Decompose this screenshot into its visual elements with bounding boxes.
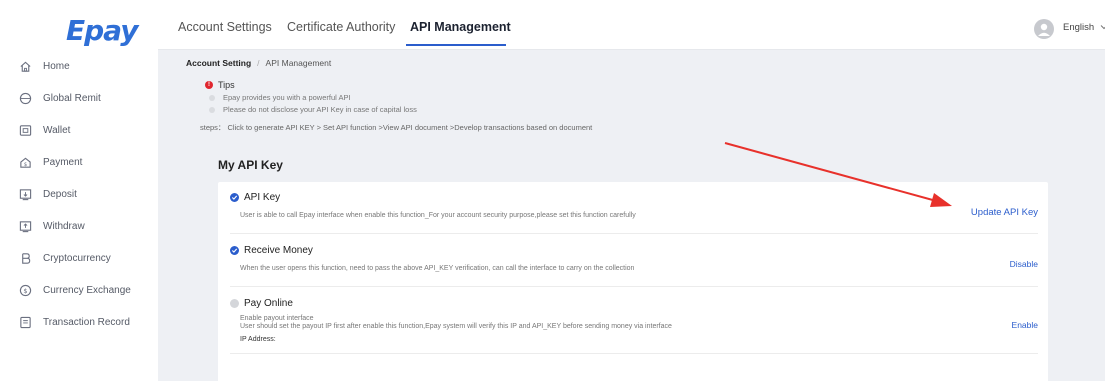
row-description: Enable payout interface (240, 315, 314, 322)
sidebar-item-label: Payment (43, 156, 83, 168)
chevron-down-icon (1100, 25, 1105, 30)
tips-panel: ! Tips Epay provides you with a powerful… (205, 80, 417, 114)
check-circle-icon[interactable] (230, 246, 239, 255)
tab-account-settings[interactable]: Account Settings (178, 20, 272, 34)
row-title-text: API Key (244, 192, 281, 203)
sidebar-item-deposit[interactable]: Deposit (0, 182, 158, 206)
exchange-icon: $ (18, 283, 32, 297)
row-title-text: Receive Money (244, 245, 313, 256)
breadcrumb-current: API Management (265, 58, 332, 68)
sidebar-item-label: Currency Exchange (43, 284, 131, 296)
receive-money-row: Receive Money When the user opens this f… (230, 245, 1038, 287)
tips-title: ! Tips (205, 80, 417, 90)
sidebar-item-wallet[interactable]: Wallet (0, 118, 158, 142)
disable-button[interactable]: Disable (1010, 259, 1038, 269)
bitcoin-icon (18, 251, 32, 265)
globe-icon (18, 91, 32, 105)
row-description: User is able to call Epay interface when… (240, 212, 636, 219)
language-label: English (1063, 22, 1095, 33)
sidebar-item-label: Wallet (43, 124, 71, 136)
tip-item: Please do not disclose your API Key in c… (209, 105, 417, 114)
sidebar-item-home[interactable]: Home (0, 54, 158, 78)
sidebar-item-label: Transaction Record (43, 316, 130, 328)
sidebar-item-label: Deposit (43, 188, 77, 200)
sidebar-item-payment[interactable]: $ Payment (0, 150, 158, 174)
sidebar-item-label: Withdraw (43, 220, 85, 232)
tip-item: Epay provides you with a powerful API (209, 93, 417, 102)
sidebar-item-label: Global Remit (43, 92, 101, 104)
wallet-icon (18, 123, 32, 137)
sidebar-item-withdraw[interactable]: Withdraw (0, 214, 158, 238)
sidebar-item-label: Cryptocurrency (43, 252, 111, 264)
row-title: Pay Online (230, 298, 293, 309)
row-title-text: Pay Online (244, 298, 293, 309)
svg-text:$: $ (23, 286, 27, 294)
sidebar-item-cryptocurrency[interactable]: Cryptocurrency (0, 246, 158, 270)
svg-text:$: $ (23, 162, 26, 168)
tip-text: Epay provides you with a powerful API (223, 93, 351, 102)
enable-button[interactable]: Enable (1012, 320, 1038, 330)
home-icon (18, 59, 32, 73)
bullet-icon (209, 94, 215, 101)
row-description: When the user opens this function, need … (240, 265, 635, 272)
api-key-row: API Key User is able to call Epay interf… (230, 192, 1038, 234)
epay-logo[interactable]: Epay (66, 14, 138, 47)
bullet-icon (209, 106, 215, 113)
breadcrumb-separator: / (257, 58, 260, 68)
pay-online-row: Pay Online Enable payout interface User … (230, 298, 1038, 354)
withdraw-icon (18, 219, 32, 233)
row-title: Receive Money (230, 245, 313, 256)
sidebar-item-currency-exchange[interactable]: $ Currency Exchange (0, 278, 158, 302)
row-description: User should set the payout IP first afte… (240, 323, 672, 330)
tab-certificate-authority[interactable]: Certificate Authority (287, 20, 395, 34)
tip-text: Please do not disclose your API Key in c… (223, 105, 417, 114)
active-tab-indicator (406, 44, 506, 46)
record-icon (18, 315, 32, 329)
sidebar: Epay Home Global Remit Wallet $ Payment … (0, 0, 158, 381)
deposit-icon (18, 187, 32, 201)
row-title: API Key (230, 192, 280, 203)
ip-address-label: IP Address: (240, 336, 276, 343)
alert-icon: ! (205, 81, 213, 89)
user-icon (1038, 23, 1050, 36)
top-navigation: Account Settings Certificate Authority A… (158, 0, 1105, 50)
steps-text: steps： Click to generate API KEY > Set A… (200, 123, 593, 132)
payment-icon: $ (18, 155, 32, 169)
check-circle-icon[interactable] (230, 193, 239, 202)
avatar[interactable] (1034, 19, 1054, 39)
check-circle-icon[interactable] (230, 299, 239, 308)
section-title: My API Key (218, 158, 283, 172)
sidebar-item-label: Home (43, 60, 70, 72)
sidebar-item-global-remit[interactable]: Global Remit (0, 86, 158, 110)
main-content: Account Setting / API Management ! Tips Ep… (158, 50, 1105, 381)
api-key-card: API Key User is able to call Epay interf… (218, 182, 1048, 381)
tips-title-text: Tips (218, 80, 235, 90)
language-selector[interactable]: English (1063, 22, 1105, 33)
breadcrumb: Account Setting / API Management (186, 58, 331, 68)
breadcrumb-root[interactable]: Account Setting (186, 58, 251, 68)
update-api-key-button[interactable]: Update API Key (971, 207, 1038, 218)
sidebar-item-transaction-record[interactable]: Transaction Record (0, 310, 158, 334)
tab-api-management[interactable]: API Management (410, 20, 511, 34)
